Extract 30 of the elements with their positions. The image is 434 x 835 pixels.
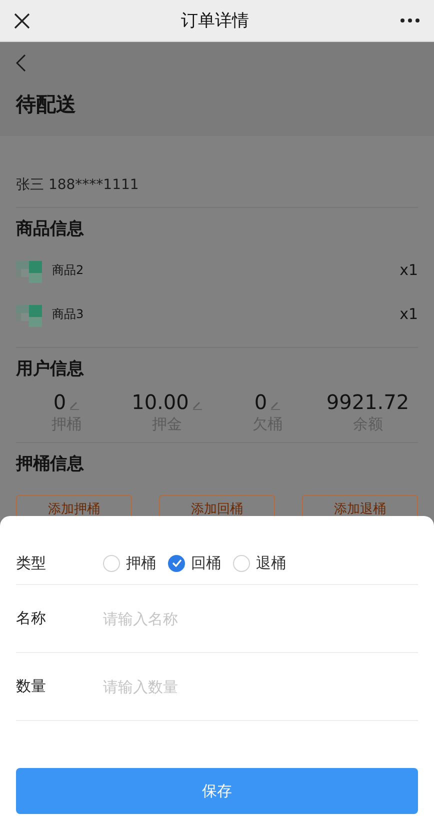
radio-option[interactable]: 退桶 (233, 554, 286, 572)
stat-value: 0 (254, 390, 268, 414)
stat-value: 10.00 (132, 390, 189, 414)
radio-icon[interactable] (103, 554, 120, 572)
back-icon[interactable] (16, 54, 26, 72)
pencil-icon[interactable] (192, 400, 202, 410)
page-title: 订单详情 (181, 10, 249, 32)
radio-option[interactable]: 押桶 (103, 554, 156, 572)
product-name: 商品3 (52, 306, 85, 322)
more-icon[interactable] (400, 18, 420, 23)
close-icon[interactable] (14, 12, 30, 28)
save-button[interactable]: 保存 (16, 768, 418, 814)
order-status: 待配送 (16, 90, 77, 118)
section-title: 商品信息 (16, 218, 85, 240)
stat-value: 9921.72 (326, 390, 410, 414)
radio-icon[interactable] (233, 554, 250, 572)
section-title: 押桶信息 (16, 452, 85, 476)
radio-checked-icon[interactable] (168, 554, 185, 572)
pencil-icon[interactable] (69, 400, 80, 410)
product-quantity: x1 (400, 261, 418, 279)
field-label: 数量 (16, 677, 47, 696)
stat-value: 0 (53, 390, 66, 414)
product-quantity: x1 (400, 305, 418, 323)
section-title: 用户信息 (16, 358, 85, 380)
pencil-icon[interactable] (270, 400, 280, 410)
field-label: 名称 (16, 609, 47, 628)
field-label: 类型 (16, 554, 47, 572)
contact-info: 张三 188****1111 (16, 175, 418, 208)
product-name: 商品2 (52, 262, 85, 278)
radio-option[interactable]: 回桶 (168, 554, 221, 572)
